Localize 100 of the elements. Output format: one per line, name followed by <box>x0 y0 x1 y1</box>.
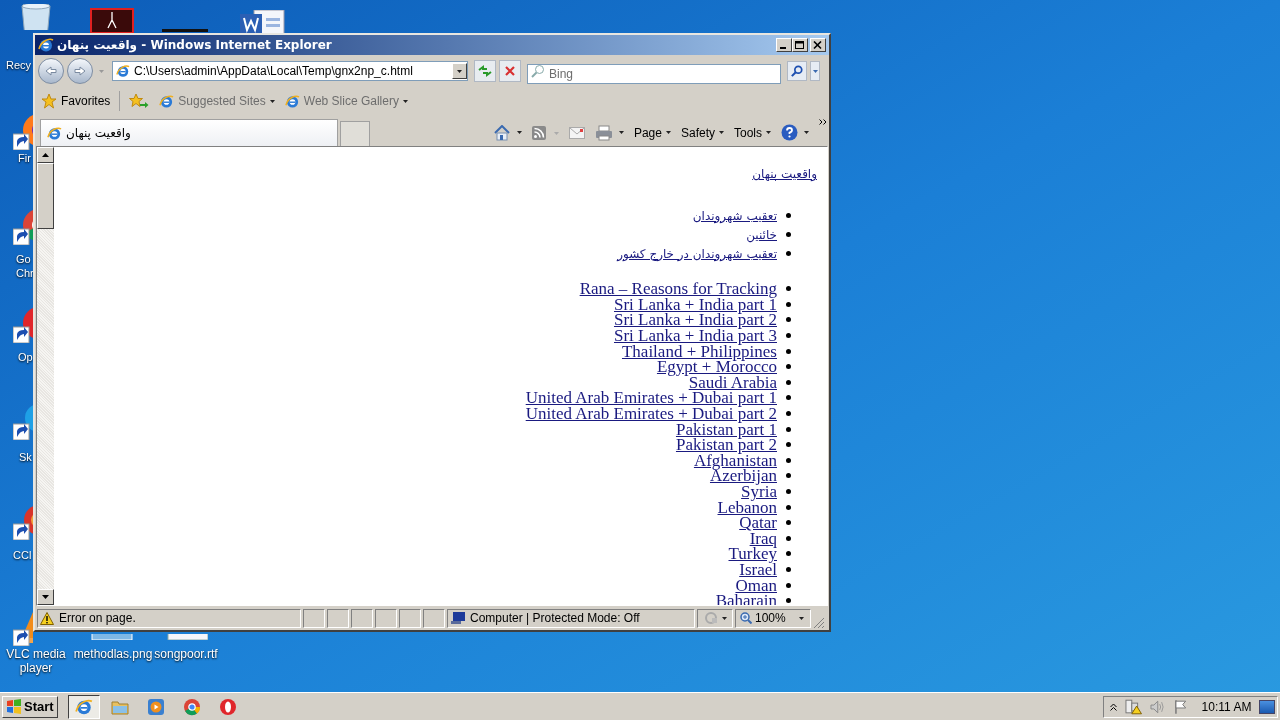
protected-mode-button[interactable] <box>697 608 733 628</box>
address-dropdown[interactable] <box>452 63 467 79</box>
status-panel <box>327 608 349 628</box>
more-tools-button[interactable] <box>819 119 827 125</box>
command-menu-button[interactable]: Safety <box>680 123 724 142</box>
favorites-bar-link[interactable]: Suggested Sites <box>159 92 275 110</box>
back-button[interactable] <box>38 58 64 84</box>
caret-icon <box>721 616 727 620</box>
favorites-button[interactable]: Favorites <box>41 92 111 110</box>
page-link[interactable]: تعقیب شهروندان در خارج کشور <box>617 245 777 262</box>
home-button[interactable] <box>492 124 522 141</box>
page-link[interactable]: Oman <box>735 577 777 593</box>
page-link[interactable]: Rana – Reasons for Tracking <box>579 281 777 297</box>
print-button[interactable] <box>594 124 624 141</box>
bullet-icon <box>786 251 791 256</box>
start-button[interactable]: Start <box>2 695 58 718</box>
caret-icon <box>665 131 671 134</box>
zoom-button[interactable]: 100% <box>735 608 811 628</box>
refresh-button[interactable] <box>474 60 496 82</box>
page-link[interactable]: Saudi Arabia <box>688 374 777 390</box>
page-link[interactable]: تعقیب شهروندان <box>692 207 777 224</box>
status-panel <box>351 608 373 628</box>
maximize-icon <box>795 40 805 50</box>
show-desktop-button[interactable] <box>1259 699 1275 714</box>
browser-e-icon <box>159 93 175 109</box>
site-title-link[interactable]: واقعیت پنهان <box>752 167 817 181</box>
home-icon <box>492 124 511 141</box>
icon-label: methodlas.png <box>72 647 154 661</box>
caret-icon <box>553 131 559 135</box>
bullet-icon <box>786 457 791 463</box>
caret-icon <box>766 131 771 134</box>
bullet-icon <box>786 364 791 370</box>
page-link[interactable]: Turkey <box>728 546 777 562</box>
search-options-button[interactable] <box>810 61 820 81</box>
caret-icon <box>804 131 809 134</box>
bullet-icon <box>786 333 791 339</box>
maximize-button[interactable] <box>792 38 808 52</box>
show-hidden-icons-button[interactable] <box>1110 702 1117 711</box>
clock[interactable]: 10:11 AM <box>1201 697 1252 716</box>
close-icon <box>813 40 823 50</box>
close-button[interactable] <box>810 38 826 52</box>
back-arrow-icon <box>45 66 57 76</box>
caret-icon <box>269 99 275 103</box>
bullet-icon <box>786 426 791 432</box>
scroll-down-button[interactable] <box>37 589 54 605</box>
page-link[interactable]: United Arab Emirates + Dubai part 1 <box>525 390 777 406</box>
page-link[interactable]: Israel <box>739 562 777 577</box>
up-arrow-icon <box>42 153 49 157</box>
search-icon <box>531 64 545 78</box>
caret-icon <box>618 131 624 134</box>
taskbar-app-button[interactable] <box>67 694 100 719</box>
icon-label: Fir <box>18 151 31 165</box>
forward-button[interactable] <box>67 58 93 84</box>
zoom-icon <box>740 612 752 624</box>
bullet-icon <box>786 411 791 417</box>
resize-grip-icon[interactable] <box>813 617 825 629</box>
bullet-icon <box>786 520 791 526</box>
search-button[interactable] <box>787 61 807 81</box>
page-link[interactable]: Qatar <box>739 515 777 531</box>
bullet-icon <box>786 598 791 604</box>
feeds-button[interactable] <box>531 125 546 140</box>
address-field[interactable]: C:\Users\admin\AppData\Local\Temp\gnx2np_c.html <box>112 61 468 81</box>
pdf-file-icon[interactable] <box>90 8 134 34</box>
scroll-up-button[interactable] <box>37 147 54 163</box>
feed-icon <box>531 125 546 140</box>
minimize-button[interactable] <box>776 38 792 52</box>
help-button[interactable] <box>781 124 809 141</box>
mail-button[interactable] <box>568 126 585 139</box>
bullet-icon <box>786 473 791 479</box>
flag-icon[interactable] <box>1174 698 1188 715</box>
page-link[interactable]: Iraq <box>749 530 777 546</box>
search-field[interactable]: Bing <box>527 64 781 84</box>
icon-label: Sk <box>19 450 32 464</box>
bullet-icon <box>786 317 791 323</box>
command-menu-button[interactable]: Page <box>633 123 671 142</box>
word-document-icon[interactable] <box>240 10 286 34</box>
chrome-ball-icon <box>182 697 201 716</box>
status-panel <box>399 608 421 628</box>
page-link[interactable]: United Arab Emirates + Dubai part 2 <box>525 406 777 422</box>
bullet-icon <box>786 232 791 237</box>
command-menu-button[interactable]: Tools <box>734 123 771 142</box>
page-link[interactable]: Sri Lanka + India part 3 <box>614 328 777 344</box>
network-warning-icon[interactable] <box>1125 698 1143 715</box>
chevron-up-icon <box>1110 702 1117 711</box>
ring-icon <box>218 697 237 716</box>
vertical-scrollbar[interactable] <box>37 147 54 605</box>
caret-icon <box>719 131 724 134</box>
down-arrow-icon <box>42 595 49 599</box>
favorites-bar-link[interactable]: Web Slice Gallery <box>284 92 408 110</box>
page-link[interactable]: خائنین <box>746 226 777 243</box>
browser-e-icon <box>74 697 93 716</box>
search-icon <box>791 65 803 77</box>
scrollbar-thumb[interactable] <box>37 163 54 229</box>
stop-button[interactable] <box>499 60 521 82</box>
status-panel <box>375 608 397 628</box>
refresh-icon <box>478 65 492 77</box>
browser-tab[interactable]: واقعیت پنهان <box>40 119 338 146</box>
bullet-icon <box>786 301 791 307</box>
bullet-icon <box>786 567 791 572</box>
address-text: C:\Users\admin\AppData\Local\Temp\gnx2np_c.html <box>134 63 414 80</box>
